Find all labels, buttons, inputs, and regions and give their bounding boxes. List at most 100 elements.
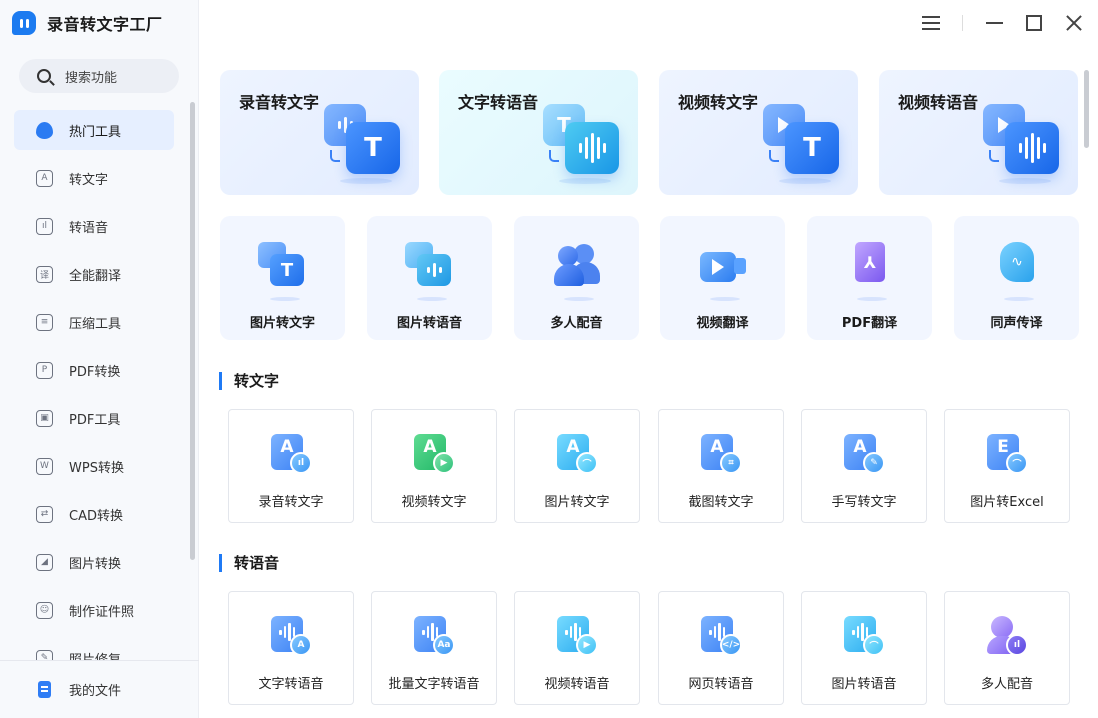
pdf-convert-icon: P [36, 361, 53, 379]
sidebar-item[interactable]: A 转文字 [14, 158, 174, 198]
section-title-to-voice: 转语音 [219, 554, 279, 572]
tool-label: 图片转语音 [831, 677, 897, 692]
hero-card-title: 视频转语音 [898, 93, 979, 112]
image-to-text-icon: T [258, 242, 308, 301]
tool-label: 截图转文字 [688, 495, 754, 510]
sidebar: 录音转文字工厂 搜索功能 热门工具 A 转文字 ıl 转语音译全能翻译 ≡ 压缩工具 P PDF… [0, 0, 199, 718]
id-photo-icon: ☺ [36, 601, 53, 619]
tool-icon: ıl [987, 616, 1031, 660]
quick-tool-card[interactable]: 图片转语音 [367, 216, 492, 340]
tool-icon: Aıl [271, 434, 315, 478]
tool-card[interactable]: A 文字转语音 [228, 591, 354, 705]
hero-card[interactable]: 视频转语音 [879, 70, 1078, 195]
quick-tool-label: 图片转文字 [249, 316, 315, 331]
fire-icon [36, 121, 53, 139]
sidebar-item-label: WPS转换 [69, 460, 124, 476]
quick-tool-label: 同声传译 [990, 316, 1043, 331]
quick-tool-card[interactable]: ∿ 同声传译 [954, 216, 1079, 340]
sidebar-item-label: 热门工具 [69, 124, 122, 140]
hero-card[interactable]: 文字转语音 T [439, 70, 638, 195]
tool-card[interactable]: A ⌗ 截图转文字 [658, 409, 784, 523]
tool-label: 视频转文字 [401, 495, 467, 510]
hero-card-icon [983, 104, 1063, 184]
my-files-button[interactable]: 我的文件 [0, 660, 199, 718]
tool-card[interactable]: </> 网页转语音 [658, 591, 784, 705]
tool-card[interactable]: ıl 多人配音 [944, 591, 1070, 705]
file-icon [38, 681, 51, 698]
tool-card[interactable]: Aa 批量文字转语音 [371, 591, 497, 705]
tool-icon: A [271, 616, 315, 660]
sidebar-item-label: 照片修复 [69, 652, 122, 661]
quick-tool-label: 图片转语音 [396, 316, 462, 331]
sidebar-item[interactable]: ⇄ CAD转换 [14, 494, 174, 534]
brand: 录音转文字工厂 [12, 10, 163, 36]
video-translate-icon [698, 242, 748, 301]
translate-icon: 译 [36, 265, 53, 283]
quick-tool-label: 视频翻译 [696, 316, 749, 331]
sidebar-item[interactable]: ◢ 图片转换 [14, 542, 174, 582]
menu-icon[interactable] [920, 12, 942, 34]
sidebar-item[interactable]: ≡ 压缩工具 [14, 302, 174, 342]
tool-icon: Aa [414, 616, 458, 660]
sidebar-item[interactable]: ▣ PDF工具 [14, 398, 174, 438]
wps-icon: W [36, 457, 53, 475]
sidebar-scrollbar[interactable] [190, 102, 195, 560]
tool-card[interactable]: Aıl 录音转文字 [228, 409, 354, 523]
quick-tool-card[interactable]: 视频翻译 [660, 216, 785, 340]
sidebar-item[interactable]: ıl 转语音 [14, 206, 174, 246]
tool-card[interactable]: E ⌒ 图片转Excel [944, 409, 1070, 523]
search-button[interactable]: 搜索功能 [19, 59, 179, 93]
main-scrollbar[interactable] [1084, 70, 1089, 148]
sidebar-item[interactable]: W WPS转换 [14, 446, 174, 486]
controls-divider [962, 15, 963, 31]
tool-label: 批量文字转语音 [388, 677, 480, 692]
app-title: 录音转文字工厂 [47, 15, 163, 34]
hero-card-icon: T [543, 104, 623, 184]
quick-tool-card[interactable]: 多人配音 [514, 216, 639, 340]
maximize-icon[interactable] [1023, 12, 1045, 34]
tool-card[interactable]: A ⌒ 图片转文字 [514, 409, 640, 523]
sidebar-item[interactable]: 热门工具 [14, 110, 174, 150]
tool-icon: ▶ [557, 616, 601, 660]
sidebar-item[interactable]: ✎ 照片修复 [14, 638, 174, 660]
quick-tool-card[interactable]: T 图片转文字 [220, 216, 345, 340]
sidebar-item-label: 制作证件照 [69, 604, 135, 620]
sidebar-item-label: 转文字 [69, 172, 109, 188]
sidebar-item-label: PDF转换 [69, 364, 121, 380]
tool-card[interactable]: A ✎ 手写转文字 [801, 409, 927, 523]
quick-tool-card[interactable]: ⅄ PDF翻译 [807, 216, 932, 340]
compress-icon: ≡ [36, 313, 53, 331]
hero-card-title: 文字转语音 [458, 93, 539, 112]
cad-icon: ⇄ [36, 505, 53, 523]
sidebar-item[interactable]: P PDF转换 [14, 350, 174, 390]
section-title-to-text: 转文字 [219, 372, 279, 390]
image-to-voice-icon [405, 242, 455, 301]
tool-card[interactable]: ⌒ 图片转语音 [801, 591, 927, 705]
tool-label: 多人配音 [980, 677, 1033, 692]
hero-card-icon: T [763, 104, 843, 184]
photo-repair-icon: ✎ [36, 649, 53, 660]
hero-card[interactable]: 录音转文字 T [220, 70, 419, 195]
sidebar-item-label: PDF工具 [69, 412, 121, 428]
tool-icon: E ⌒ [987, 434, 1031, 478]
app-logo-icon [12, 11, 36, 35]
sidebar-item[interactable]: ☺ 制作证件照 [14, 590, 174, 630]
close-icon[interactable] [1062, 12, 1084, 34]
hero-card[interactable]: 视频转文字 T [659, 70, 858, 195]
hero-card-title: 视频转文字 [678, 93, 759, 112]
hero-card-title: 录音转文字 [239, 93, 320, 112]
sidebar-item[interactable]: 译全能翻译 [14, 254, 174, 294]
tool-label: 网页转语音 [688, 677, 754, 692]
tool-icon: A ⌗ [701, 434, 745, 478]
tool-label: 文字转语音 [258, 677, 324, 692]
sidebar-item-label: 压缩工具 [69, 316, 122, 332]
tool-icon: A ✎ [844, 434, 888, 478]
minimize-icon[interactable] [983, 12, 1005, 34]
app-window: 录音转文字工厂 搜索功能 热门工具 A 转文字 ıl 转语音译全能翻译 ≡ 压缩工具 P PDF… [0, 0, 1098, 718]
quick-tool-label: 多人配音 [550, 316, 603, 331]
tool-icon: A ▶ [414, 434, 458, 478]
voice-icon: ıl [36, 217, 53, 235]
tool-card[interactable]: A ▶ 视频转文字 [371, 409, 497, 523]
tool-icon: </> [701, 616, 745, 660]
tool-card[interactable]: ▶ 视频转语音 [514, 591, 640, 705]
